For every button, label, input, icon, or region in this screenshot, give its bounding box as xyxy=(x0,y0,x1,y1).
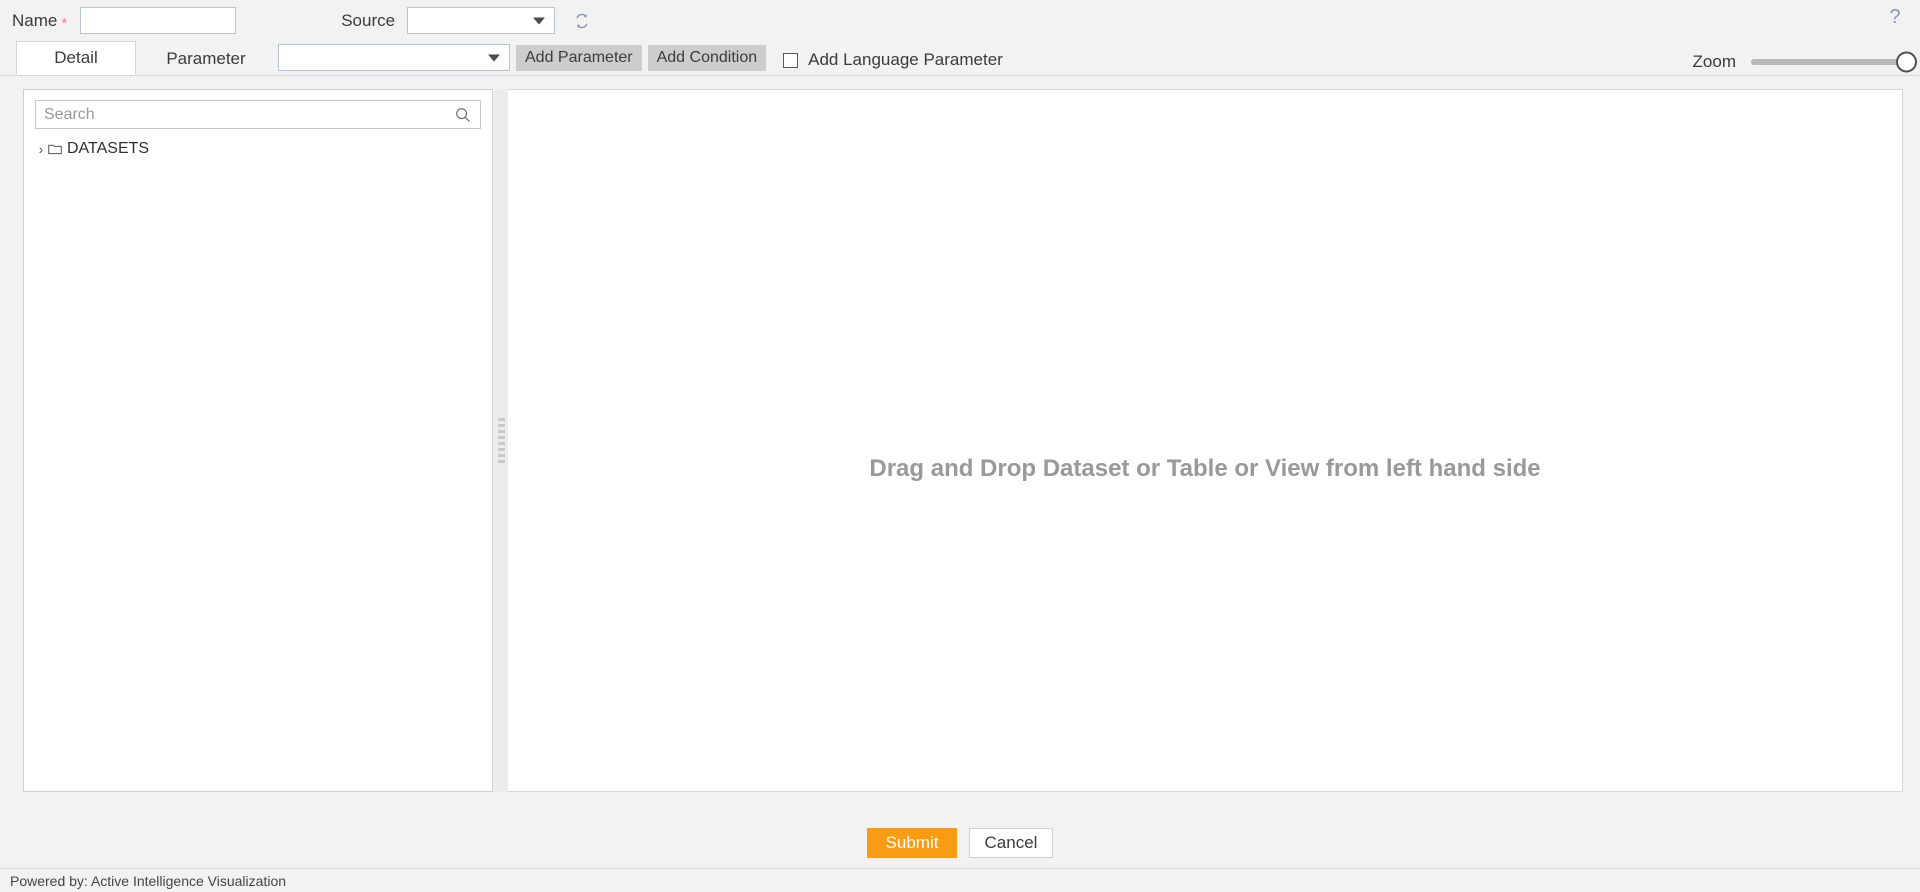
add-language-parameter-label: Add Language Parameter xyxy=(808,50,1003,69)
search-bar xyxy=(35,100,481,129)
tab-parameter[interactable]: Parameter xyxy=(136,41,276,75)
name-label-text: Name xyxy=(12,10,58,30)
drop-hint-text: Drag and Drop Dataset or Table or View f… xyxy=(869,455,1541,482)
required-asterisk: * xyxy=(61,14,68,32)
help-icon[interactable]: ? xyxy=(1884,6,1906,28)
tab-parameter-label: Parameter xyxy=(166,48,246,68)
tab-detail-label: Detail xyxy=(54,48,98,67)
folder-icon xyxy=(48,143,62,155)
powered-by-label: Powered by: Active Intelligence Visualiz… xyxy=(10,872,287,889)
chevron-down-icon xyxy=(533,17,546,24)
submit-button[interactable]: Submit xyxy=(867,828,957,858)
top-toolbar: Name * Source ? xyxy=(0,0,1920,41)
tab-detail[interactable]: Detail xyxy=(16,41,136,75)
chevron-down-icon xyxy=(488,54,500,61)
add-parameter-button[interactable]: Add Parameter xyxy=(516,45,642,71)
zoom-control: Zoom xyxy=(1692,51,1917,73)
dataset-tree: › DATASETS xyxy=(24,138,492,160)
chevron-right-icon[interactable]: › xyxy=(34,141,48,157)
zoom-slider-track[interactable] xyxy=(1751,51,1917,73)
dataset-explorer-panel: › DATASETS xyxy=(23,89,493,792)
name-input[interactable] xyxy=(80,7,237,34)
parameter-dropdown[interactable] xyxy=(278,44,510,71)
add-condition-button[interactable]: Add Condition xyxy=(647,45,767,71)
workspace: › DATASETS Drag and Drop Dataset or Tabl… xyxy=(0,76,1920,818)
name-label: Name * xyxy=(12,10,68,32)
panel-splitter-handle[interactable] xyxy=(494,89,508,792)
design-canvas[interactable]: Drag and Drop Dataset or Table or View f… xyxy=(508,89,1903,792)
splitter-grip-icon xyxy=(497,418,505,463)
source-label: Source xyxy=(341,10,396,30)
checkbox-box-icon xyxy=(783,52,799,68)
add-language-parameter-checkbox[interactable]: Add Language Parameter xyxy=(783,50,1003,70)
magnifier-icon[interactable] xyxy=(455,107,471,123)
source-dropdown[interactable] xyxy=(407,7,556,34)
action-footer: Submit Cancel xyxy=(0,818,1920,868)
tree-node-label: DATASETS xyxy=(67,140,150,157)
tree-node-datasets[interactable]: › DATASETS xyxy=(34,138,492,160)
zoom-label: Zoom xyxy=(1692,52,1736,71)
app-root: Name * Source ? Detail Parameter Add Para xyxy=(0,0,1920,892)
zoom-slider-thumb[interactable] xyxy=(1896,51,1917,73)
search-input[interactable] xyxy=(36,105,455,124)
status-bar: Powered by: Active Intelligence Visualiz… xyxy=(0,868,1920,892)
cancel-button[interactable]: Cancel xyxy=(969,828,1053,858)
tab-toolbar-row: Detail Parameter Add Parameter Add Condi… xyxy=(0,41,1920,76)
refresh-icon[interactable] xyxy=(571,10,593,32)
